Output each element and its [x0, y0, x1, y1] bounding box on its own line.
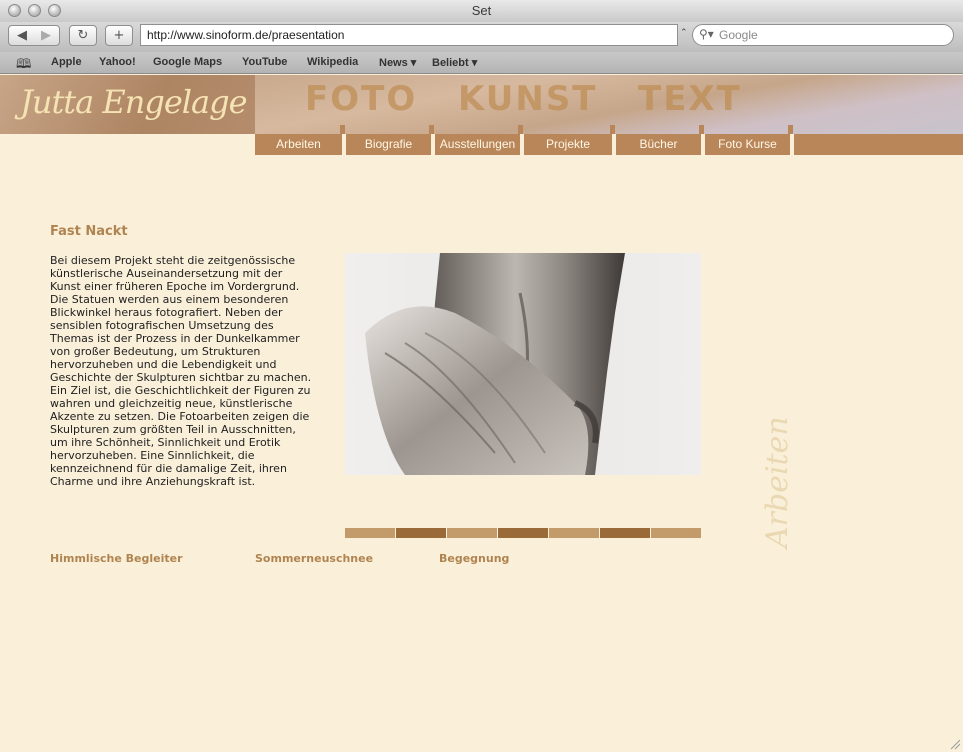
nav-projekte[interactable]: Projekte: [524, 134, 612, 155]
site-header: Jutta Engelage FOTO KUNST TEXT Arbeiten …: [0, 75, 963, 155]
nav-tab-marker: [699, 125, 704, 134]
nav-arbeiten[interactable]: Arbeiten: [255, 134, 342, 155]
nav-tab-marker: [340, 125, 345, 134]
browser-toolbar: ◀ ▶ ↻ + http://www.sinoform.de/praesenta…: [0, 22, 963, 52]
site-logo[interactable]: Jutta Engelage: [20, 83, 248, 121]
banner-word-kunst: KUNST: [458, 79, 598, 119]
bookmark-news-menu[interactable]: News ▾: [379, 56, 416, 69]
plus-icon: +: [113, 28, 125, 43]
search-icon: ⚲▾: [699, 27, 714, 41]
project-description: Bei diesem Projekt steht die zeitgenössi…: [50, 254, 312, 488]
resize-grip-icon[interactable]: [949, 738, 961, 750]
thumbnail-1[interactable]: [345, 528, 395, 538]
thumbnail-strip: [345, 528, 701, 538]
nav-ausstellungen[interactable]: Ausstellungen: [435, 134, 520, 155]
reload-icon: ↻: [77, 28, 89, 43]
nav-tab-marker: [610, 125, 615, 134]
banner-word-text: TEXT: [638, 79, 742, 119]
nav-buecher[interactable]: Bücher: [616, 134, 701, 155]
thumbnail-3[interactable]: [447, 528, 497, 538]
thumbnail-2[interactable]: [396, 528, 446, 538]
nav-foto-kurse[interactable]: Foto Kurse: [705, 134, 790, 155]
nav-tab-marker: [429, 125, 434, 134]
bookmark-google-maps[interactable]: Google Maps: [153, 56, 222, 68]
logo-area[interactable]: Jutta Engelage: [0, 75, 255, 134]
section-side-label: Arbeiten: [760, 416, 795, 548]
bookmarks-book-icon[interactable]: 🕮: [16, 55, 31, 77]
back-arrow-icon[interactable]: ◀: [17, 26, 27, 45]
description-paragraph: Bei diesem Projekt steht die zeitgenössi…: [50, 254, 300, 293]
nav-biografie[interactable]: Biografie: [346, 134, 431, 155]
bookmark-wikipedia[interactable]: Wikipedia: [307, 56, 358, 68]
forward-arrow-icon[interactable]: ▶: [41, 26, 51, 45]
bookmark-apple[interactable]: Apple: [51, 56, 82, 68]
thumbnail-6[interactable]: [600, 528, 650, 538]
project-title: Fast Nackt: [50, 224, 128, 239]
banner-word-foto: FOTO: [305, 79, 418, 119]
related-link-sommerneuschnee[interactable]: Sommerneuschnee: [255, 552, 373, 565]
back-forward-buttons[interactable]: ◀ ▶: [8, 25, 60, 46]
bookmark-beliebt-menu[interactable]: Beliebt ▾: [432, 56, 477, 69]
search-placeholder: Google: [719, 28, 758, 42]
thumbnail-5[interactable]: [549, 528, 599, 538]
description-paragraph: Ein Ziel ist, die Geschichtlichkeit der …: [50, 384, 311, 488]
search-field[interactable]: ⚲▾ Google: [692, 24, 954, 46]
bookmarks-bar: 🕮 Apple Yahoo! Google Maps YouTube Wikip…: [0, 52, 963, 74]
bookmark-yahoo[interactable]: Yahoo!: [99, 56, 136, 68]
project-photo[interactable]: [345, 253, 701, 475]
nav-tab-marker: [788, 125, 793, 134]
bookmark-youtube[interactable]: YouTube: [242, 56, 287, 68]
thumbnail-4[interactable]: [498, 528, 548, 538]
url-field[interactable]: http://www.sinoform.de/praesentation: [140, 24, 678, 46]
window-title: Set: [471, 3, 492, 18]
nav-tab-marker: [518, 125, 523, 134]
url-dropdown-icon[interactable]: ⌃: [680, 28, 688, 38]
sculpture-photo-image: [365, 253, 625, 475]
main-nav: Arbeiten Biografie Ausstellungen Projekt…: [255, 125, 963, 155]
header-banner: FOTO KUNST TEXT: [255, 75, 963, 134]
add-bookmark-button[interactable]: +: [105, 25, 133, 46]
related-link-himmlische-begleiter[interactable]: Himmlische Begleiter: [50, 552, 183, 565]
nav-tail: [794, 134, 963, 155]
description-paragraph: Die Statuen werden aus einem besonderen …: [50, 293, 312, 384]
reload-button[interactable]: ↻: [69, 25, 97, 46]
thumbnail-7[interactable]: [651, 528, 701, 538]
window-titlebar: Set: [0, 0, 963, 23]
related-link-begegnung[interactable]: Begegnung: [439, 552, 509, 565]
